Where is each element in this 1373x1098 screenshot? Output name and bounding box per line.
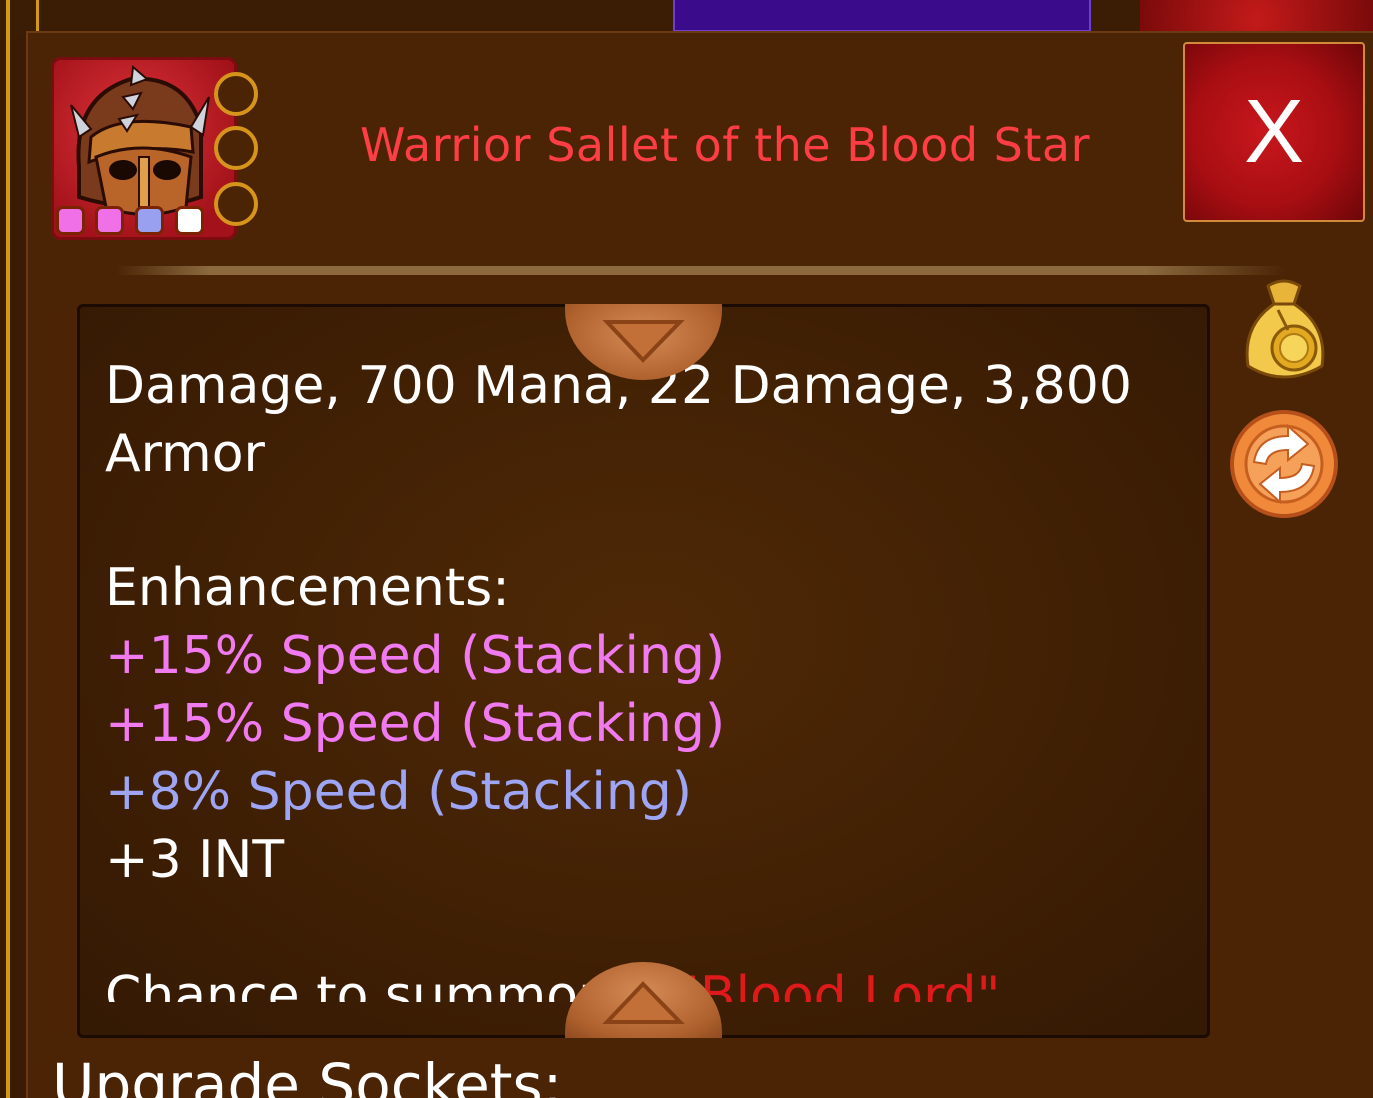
enhancement-line: +15% Speed (Stacking) — [105, 694, 726, 754]
gold-bag-icon — [1245, 279, 1325, 379]
swap-icon — [1230, 410, 1338, 518]
enhancement-line: +8% Speed (Stacking) — [105, 762, 693, 822]
empty-socket — [214, 72, 258, 116]
socket-gem — [95, 206, 124, 235]
socket-gem — [135, 206, 164, 235]
description-text: Damage, 700 Mana, 22 Damage, 3,800 Armor… — [105, 352, 1195, 894]
swap-button[interactable] — [1228, 408, 1340, 520]
close-button[interactable]: X — [1183, 42, 1365, 222]
background-red-tab — [1140, 0, 1373, 32]
sell-button[interactable] — [1238, 276, 1330, 388]
item-title: Warrior Sallet of the Blood Star — [360, 118, 1090, 172]
enhancement-line: +15% Speed (Stacking) — [105, 626, 726, 686]
enhancements-heading: Enhancements: — [105, 558, 510, 618]
empty-socket — [214, 126, 258, 170]
divider — [116, 266, 1286, 275]
chevron-up-icon — [602, 981, 685, 1024]
upgrade-sockets-heading: Upgrade Sockets: — [52, 1051, 563, 1098]
empty-socket — [214, 182, 258, 226]
background-border — [36, 0, 39, 34]
scroll-down-button[interactable] — [565, 962, 722, 1038]
item-icon — [51, 57, 237, 240]
stats-line: Armor — [105, 424, 265, 484]
scroll-up-button[interactable] — [565, 304, 722, 380]
chevron-down-icon — [602, 320, 685, 363]
socket-gem — [175, 206, 204, 235]
enhancement-line: +3 INT — [105, 830, 285, 890]
background-border — [6, 0, 10, 1098]
item-description-box[interactable]: Damage, 700 Mana, 22 Damage, 3,800 Armor… — [77, 304, 1210, 1038]
socket-gem — [56, 206, 85, 235]
background-purple-tab — [673, 0, 1091, 32]
summon-name: "Blood Lord" — [676, 966, 1001, 1002]
